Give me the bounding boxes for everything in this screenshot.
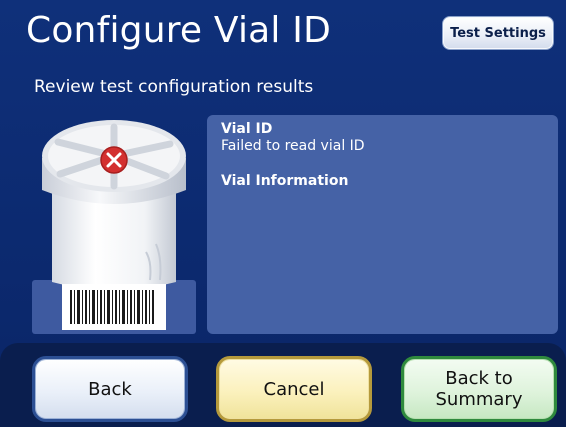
summary-label-line2: Summary bbox=[435, 389, 523, 410]
cancel-button[interactable]: Cancel bbox=[216, 356, 372, 422]
summary-label-line1: Back to bbox=[445, 368, 513, 389]
vial-id-value: Failed to read vial ID bbox=[221, 138, 365, 154]
vial-id-label: Vial ID bbox=[221, 121, 273, 137]
page-subtitle: Review test configuration results bbox=[34, 77, 314, 97]
vial-information-label: Vial Information bbox=[221, 173, 349, 189]
test-settings-button[interactable]: Test Settings bbox=[442, 16, 554, 50]
page-title: Configure Vial ID bbox=[26, 10, 332, 51]
back-to-summary-label: Back to Summary bbox=[436, 368, 523, 410]
back-button-label: Back bbox=[88, 378, 132, 400]
error-x-icon bbox=[100, 146, 128, 174]
vial-info-panel: Vial ID Failed to read vial ID Vial Info… bbox=[207, 115, 558, 334]
cancel-button-label: Cancel bbox=[263, 378, 325, 400]
screen: Configure Vial ID Test Settings Review t… bbox=[0, 0, 566, 427]
back-to-summary-button[interactable]: Back to Summary bbox=[401, 356, 557, 422]
back-button[interactable]: Back bbox=[32, 356, 188, 422]
vial-image bbox=[32, 120, 196, 334]
